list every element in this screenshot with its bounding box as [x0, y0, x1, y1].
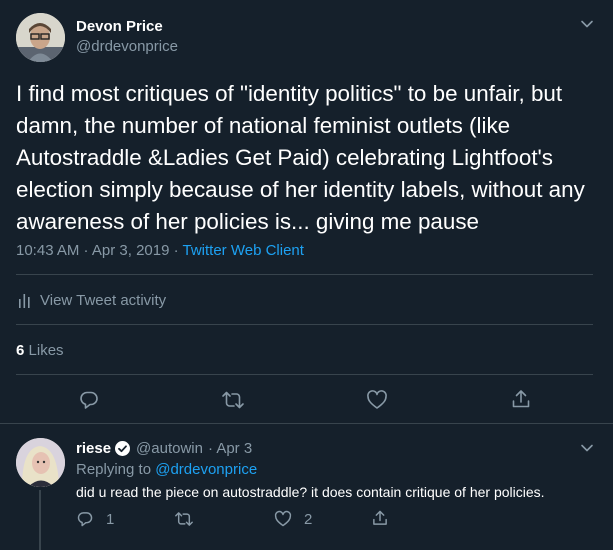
reply-retweet-button[interactable] [174, 510, 194, 528]
tweet-text: I find most critiques of "identity polit… [16, 81, 585, 234]
chevron-down-icon[interactable] [580, 441, 594, 455]
author-avatar[interactable] [16, 13, 65, 62]
author-name[interactable]: Devon Price [76, 18, 163, 35]
reply-author-name[interactable]: riese [76, 440, 111, 457]
view-activity-label: View Tweet activity [40, 292, 167, 309]
reply-reply-button[interactable]: 1 [76, 510, 114, 528]
tweet-client[interactable]: Twitter Web Client [183, 242, 304, 259]
likes-count: 6 [16, 342, 25, 359]
divider [0, 423, 613, 424]
likes-label: Likes [28, 342, 64, 359]
reply-header: riese @autowin · Apr 3 [76, 440, 252, 457]
divider [16, 274, 593, 275]
heart-icon [274, 510, 292, 528]
chevron-down-icon[interactable] [580, 17, 594, 31]
reply-text: did u read the piece on autostraddle? it… [76, 484, 545, 500]
retweet-icon [174, 510, 194, 528]
meta-separator: · [169, 242, 183, 259]
thread-line [39, 490, 41, 550]
share-icon [371, 509, 389, 527]
divider [16, 324, 593, 325]
replying-to-prefix: Replying to [76, 461, 152, 478]
reply-like-count: 2 [304, 510, 313, 528]
share-icon[interactable] [510, 388, 532, 410]
author-handle[interactable]: @drdevonprice [76, 38, 178, 55]
tweet-meta: 10:43 AM · Apr 3, 2019 · Twitter Web Cli… [16, 242, 304, 259]
reply-icon [76, 510, 94, 528]
likes-stat[interactable]: 6 Likes [16, 342, 64, 359]
reply-reply-count: 1 [106, 510, 115, 528]
reply-date[interactable]: · Apr 3 [208, 440, 252, 457]
reply-avatar[interactable] [16, 438, 65, 487]
reply-author-handle[interactable]: @autowin [136, 440, 203, 457]
replying-to-handle[interactable]: @drdevonprice [155, 461, 257, 478]
tweet-timestamp[interactable]: 10:43 AM · Apr 3, 2019 [16, 242, 169, 259]
replying-to: Replying to @drdevonprice [76, 461, 257, 478]
bar-chart-icon [18, 293, 31, 308]
divider [16, 374, 593, 375]
reply-icon[interactable] [78, 389, 100, 411]
retweet-icon[interactable] [221, 389, 245, 411]
reply-like-button[interactable]: 2 [274, 510, 312, 528]
heart-icon[interactable] [366, 389, 388, 411]
reply-share-button[interactable] [371, 509, 389, 527]
view-activity-button[interactable]: View Tweet activity [18, 292, 166, 309]
verified-icon [114, 440, 131, 457]
